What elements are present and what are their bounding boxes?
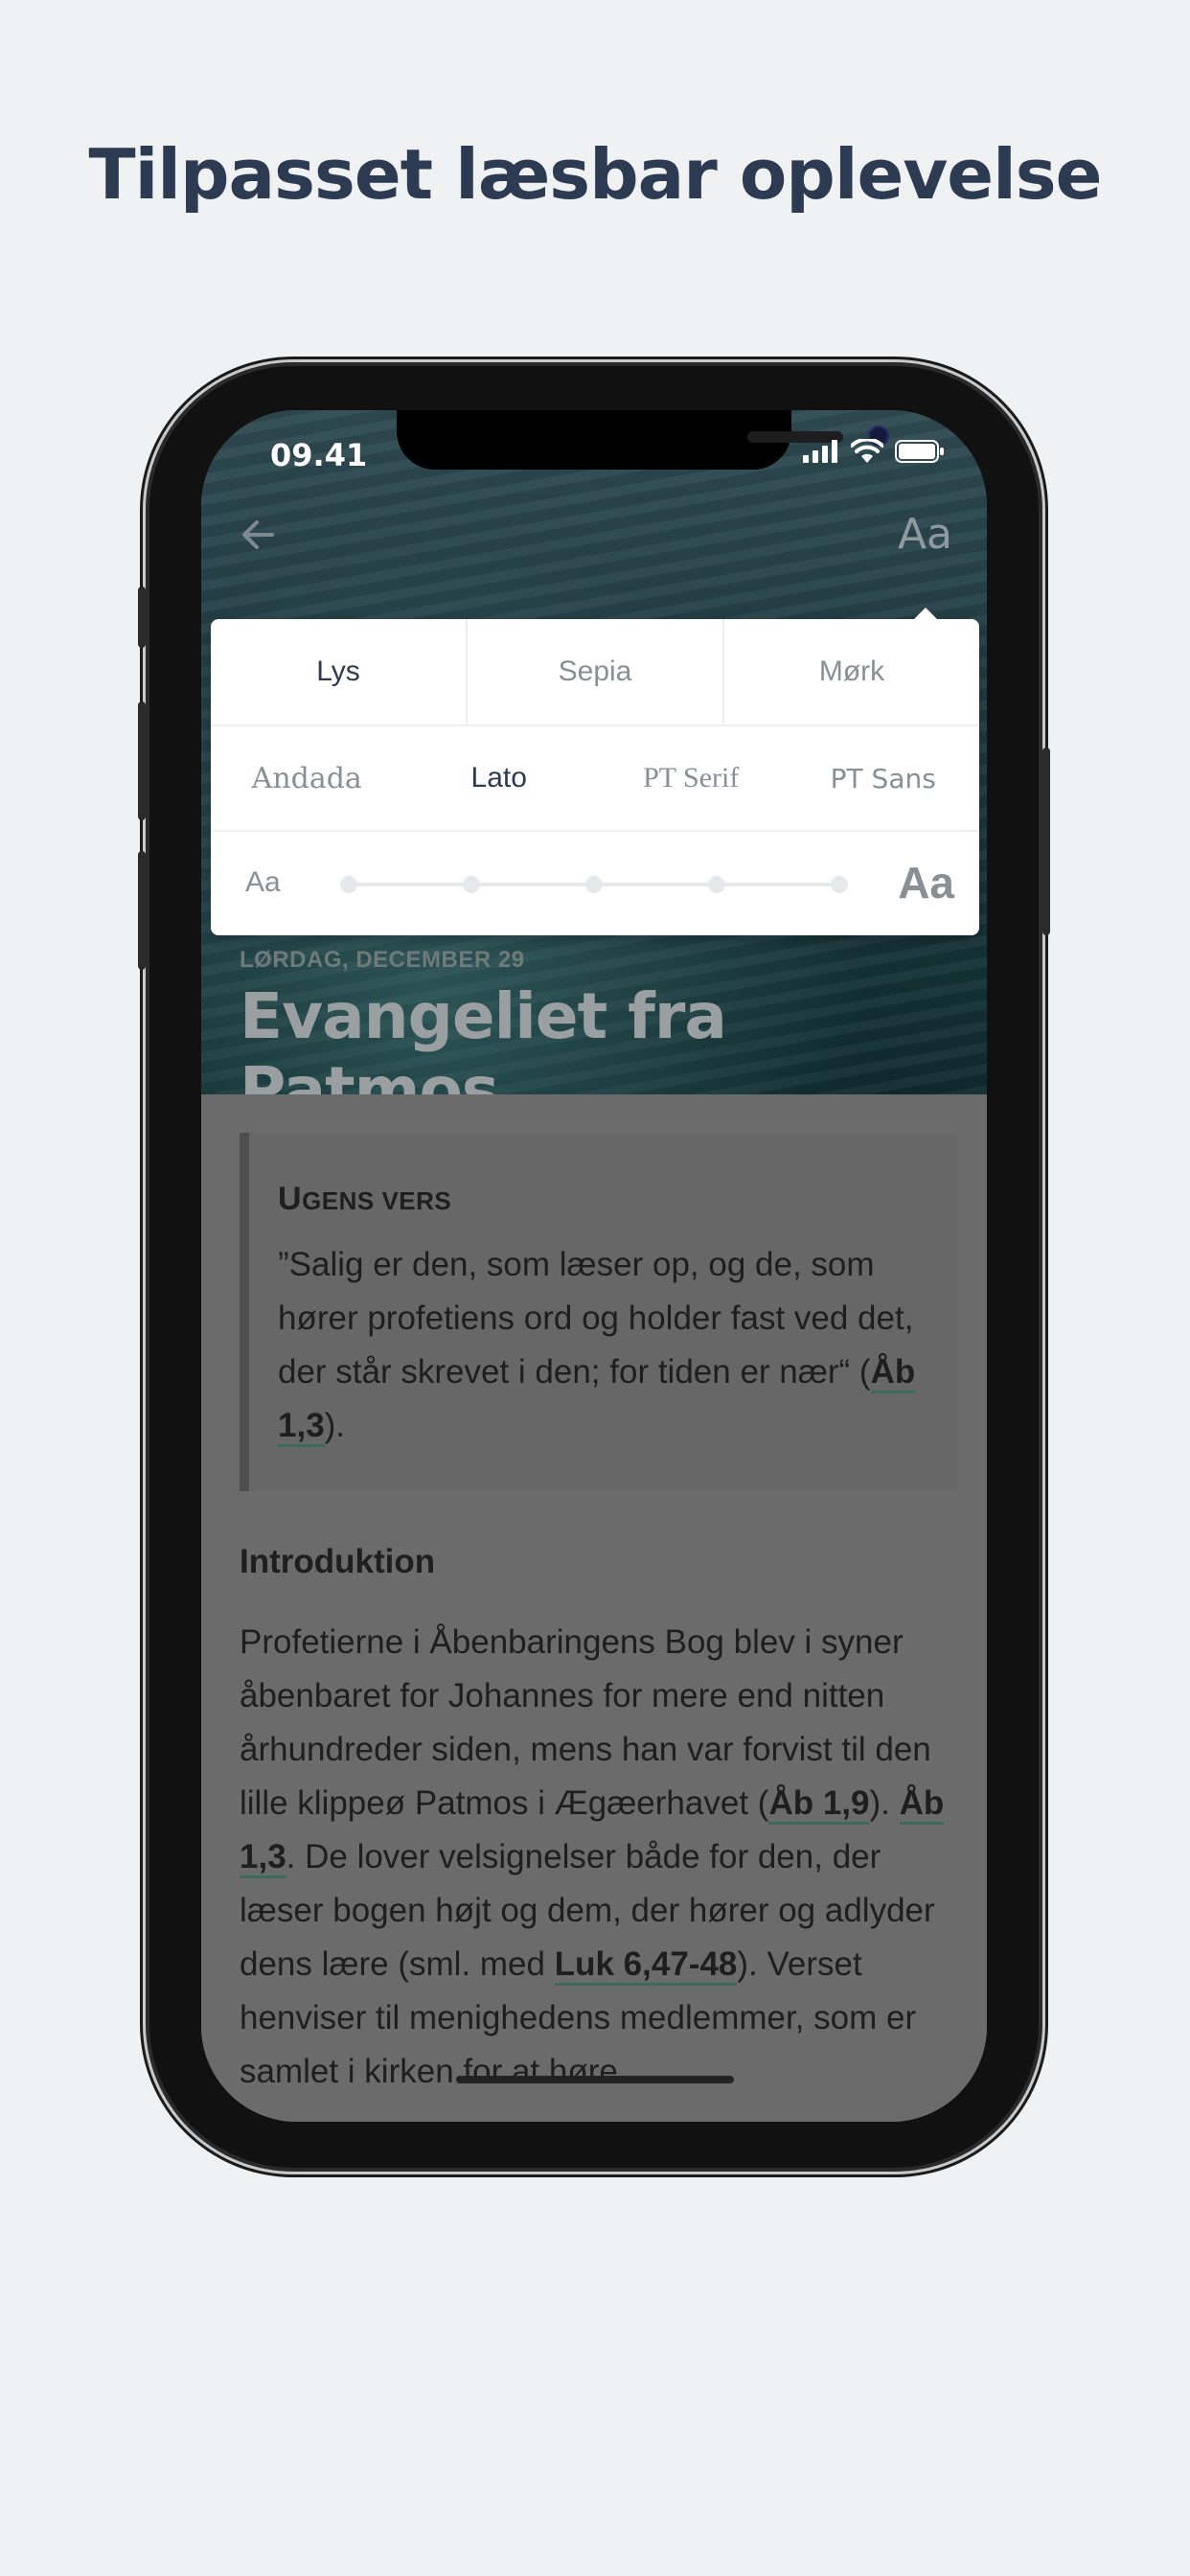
back-arrow-icon[interactable]	[230, 506, 287, 564]
notch	[397, 410, 889, 470]
font-size-slider[interactable]: Aa Aa	[211, 832, 979, 935]
theme-option-lys[interactable]: Lys	[211, 619, 468, 724]
font-size-small-label: Aa	[245, 866, 281, 898]
font-option-pt-sans[interactable]: PT Sans	[788, 726, 980, 830]
bible-reference-link[interactable]: Åb 1,9	[768, 1784, 870, 1825]
font-option-andada[interactable]: Andada	[211, 726, 403, 830]
theme-option-sepia[interactable]: Sepia	[468, 619, 724, 724]
home-indicator[interactable]	[456, 2076, 734, 2083]
slider-step[interactable]	[831, 876, 848, 893]
slider-step[interactable]	[585, 876, 603, 893]
reader-settings-popover: Lys Sepia Mørk Andada Lato PT Serif PT S…	[211, 608, 979, 935]
slider-step[interactable]	[463, 876, 480, 893]
slider-step[interactable]	[708, 876, 725, 893]
status-time: 09.41	[270, 437, 368, 473]
font-selector: Andada Lato PT Serif PT Sans	[211, 726, 979, 832]
theme-selector: Lys Sepia Mørk	[211, 619, 979, 726]
popover-pointer	[914, 608, 937, 619]
weekly-verse-text: ”Salig er den, som læser op, og de, som …	[278, 1238, 929, 1453]
wifi-icon	[851, 439, 883, 463]
volume-down-button	[138, 851, 146, 970]
intro-body-text: Profetierne i Åbenbaringens Bog blev i s…	[240, 1623, 945, 2090]
theme-option-mork[interactable]: Mørk	[724, 619, 979, 724]
battery-icon	[895, 440, 944, 463]
intro-heading: Introduktion	[240, 1543, 436, 1580]
font-settings-button[interactable]: Aa	[898, 510, 952, 559]
page-headline: Tilpasset læsbar oplevelse	[88, 134, 1103, 215]
font-settings-icon: Aa	[897, 510, 952, 559]
phone-screen: 09.41 Aa Lys Sepia Mørk Andada Lato PT S…	[201, 410, 987, 2122]
mute-switch	[138, 586, 146, 648]
volume-up-button	[138, 702, 146, 820]
signal-icon	[803, 440, 837, 463]
lesson-content: UGENS VERS ”Salig er den, som læser op, …	[201, 1094, 987, 2122]
phone-frame: 09.41 Aa Lys Sepia Mørk Andada Lato PT S…	[138, 366, 1050, 2168]
lesson-date: LØRDAG, DECEMBER 29	[240, 947, 525, 973]
font-size-large-label: Aa	[898, 858, 954, 908]
status-icons	[803, 439, 945, 464]
power-button	[1042, 748, 1050, 935]
slider-step[interactable]	[340, 876, 357, 893]
font-option-lato[interactable]: Lato	[403, 726, 596, 830]
font-option-pt-serif[interactable]: PT Serif	[595, 726, 788, 830]
weekly-verse-heading: UGENS VERS	[278, 1181, 452, 1217]
bible-reference-link[interactable]: Luk 6,47-48	[554, 1945, 738, 1986]
weekly-verse-box: UGENS VERS ”Salig er den, som læser op, …	[240, 1133, 958, 1491]
